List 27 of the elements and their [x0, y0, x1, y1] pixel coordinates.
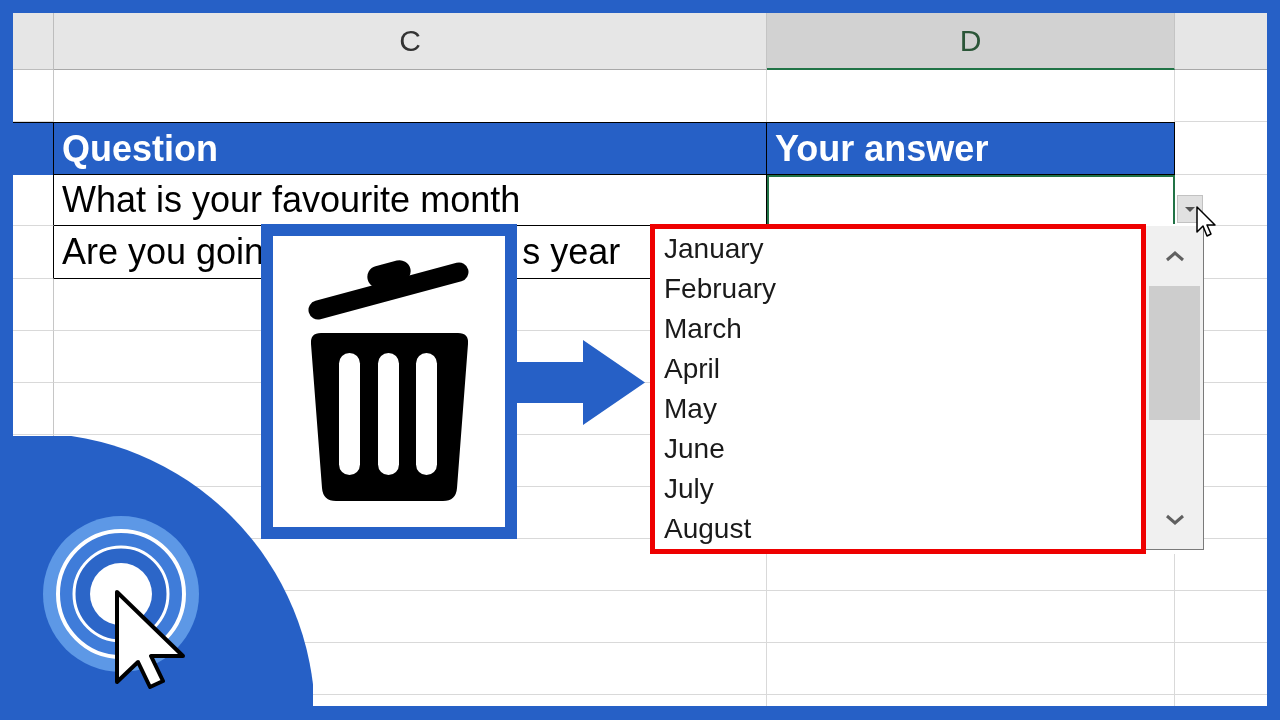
empty-cell[interactable] — [767, 643, 1175, 695]
caret-down-icon — [1185, 206, 1195, 212]
list-option[interactable]: August — [655, 509, 1141, 549]
chevron-down-icon — [1164, 513, 1185, 525]
table-header-cell: Question — [54, 122, 767, 175]
list-option[interactable]: June — [655, 429, 1141, 469]
rings-cursor-icon — [43, 516, 199, 689]
column-header[interactable] — [1175, 13, 1267, 70]
list-option[interactable]: March — [655, 309, 1141, 349]
chevron-up-icon — [1164, 250, 1185, 262]
select-all-corner[interactable] — [13, 13, 54, 70]
list-option[interactable]: February — [655, 269, 1141, 309]
list-option[interactable]: May — [655, 389, 1141, 429]
row-header[interactable] — [13, 226, 54, 279]
cell-text: What is your favourite month — [62, 182, 521, 218]
table-header-cell: Your answer — [767, 122, 1175, 175]
scrollbar-thumb[interactable] — [1149, 286, 1200, 420]
column-header[interactable]: C — [54, 13, 767, 70]
column-header[interactable]: D — [767, 13, 1175, 70]
empty-cell[interactable] — [767, 591, 1175, 643]
list-option[interactable]: January — [655, 229, 1141, 269]
answer-cell[interactable] — [767, 175, 1175, 226]
row-header[interactable] — [13, 175, 54, 226]
list-option[interactable]: July — [655, 469, 1141, 509]
list-option[interactable]: April — [655, 349, 1141, 389]
cell-text: Are you goin — [62, 234, 265, 270]
cell-text: s year — [522, 234, 621, 270]
